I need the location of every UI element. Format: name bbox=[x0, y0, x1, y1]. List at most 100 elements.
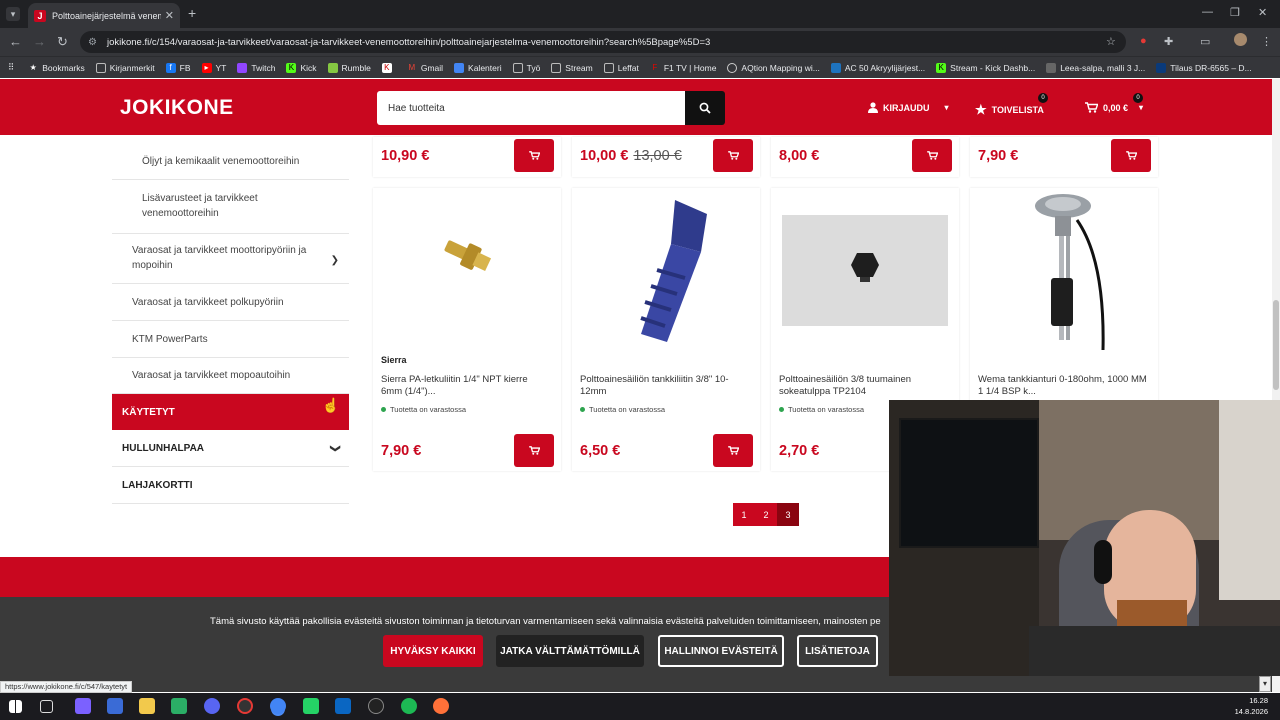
browser-tab[interactable]: J Polttoainejärjestelmä venemoottoreihin… bbox=[28, 3, 180, 28]
bookmark-item[interactable]: ★ Bookmarks bbox=[28, 63, 85, 73]
product-name[interactable]: Polttoainesäiliön 3/8 tuumainen sokeatul… bbox=[779, 374, 949, 398]
discord-icon[interactable] bbox=[204, 698, 220, 714]
extensions-puzzle-icon[interactable]: ✚ bbox=[1164, 35, 1173, 48]
add-to-cart-button[interactable] bbox=[912, 139, 952, 172]
stock-status: Tuotetta on varastossa bbox=[381, 405, 466, 414]
bookmark-item[interactable]: Kalenteri bbox=[454, 62, 502, 73]
sidebar-subitem-accessories[interactable]: Lisävarusteet ja tarvikkeet venemoottore… bbox=[112, 180, 349, 234]
product-name[interactable]: Wema tankkianturi 0-180ohm, 1000 MM 1 1/… bbox=[978, 374, 1148, 398]
taskbar-app-icon[interactable] bbox=[237, 698, 253, 714]
sidebar-item-ktm[interactable]: KTM PowerParts bbox=[112, 321, 349, 358]
cart-link[interactable]: 0,00 € ▾ bbox=[1085, 102, 1143, 113]
extension-icon[interactable]: ● bbox=[1140, 35, 1147, 47]
bookmark-item[interactable]: K bbox=[381, 62, 396, 73]
manage-cookies-button[interactable]: HALLINNOI EVÄSTEITÄ bbox=[658, 635, 784, 667]
taskbar-clock[interactable]: 16.28 14.8.2026 bbox=[1235, 695, 1268, 717]
taskbar-app-icon[interactable] bbox=[335, 698, 351, 714]
bookmark-item[interactable]: AC 50 Akryylijärjest... bbox=[830, 62, 925, 73]
cast-icon[interactable]: ▭ bbox=[1200, 35, 1210, 48]
page-3-link[interactable]: 3 bbox=[777, 503, 799, 526]
new-tab-icon[interactable]: + bbox=[188, 5, 196, 21]
scrollbar-thumb[interactable] bbox=[1273, 300, 1279, 390]
forward-icon[interactable]: → bbox=[33, 34, 46, 49]
webcam-headphone-icon bbox=[1094, 540, 1112, 584]
bookmark-item[interactable]: Tilaus DR-6565 – D... bbox=[1156, 62, 1252, 73]
folder-icon bbox=[603, 62, 614, 73]
bookmark-star-icon[interactable]: ☆ bbox=[1106, 35, 1116, 48]
add-to-cart-button[interactable] bbox=[514, 434, 554, 467]
wishlist-link[interactable]: ★ TOIVELISTA bbox=[975, 102, 1044, 118]
search-input[interactable]: Hae tuotteita bbox=[377, 91, 685, 125]
page-1-link[interactable]: 1 bbox=[733, 503, 755, 526]
back-icon[interactable]: ← bbox=[9, 34, 22, 49]
taskbar-app-icon[interactable] bbox=[75, 698, 91, 714]
product-name[interactable]: Polttoainesäiliön tankkiliitin 3/8" 10-1… bbox=[580, 374, 750, 398]
chevron-down-icon[interactable]: ❯ bbox=[331, 253, 339, 268]
mouse-cursor-icon: ☝ bbox=[322, 397, 340, 413]
spotify-icon[interactable] bbox=[401, 698, 417, 714]
sidebar-item-kaytetyt[interactable]: KÄYTETYT bbox=[112, 394, 349, 430]
taskbar-app-icon[interactable] bbox=[368, 698, 384, 714]
page-2-link[interactable]: 2 bbox=[755, 503, 777, 526]
sidebar-item-bicycles[interactable]: Varaosat ja tarvikkeet polkupyöriin bbox=[112, 284, 349, 321]
whatsapp-icon[interactable] bbox=[303, 698, 319, 714]
minimize-icon[interactable]: — bbox=[1202, 6, 1213, 18]
bookmark-item[interactable]: K Kick bbox=[286, 62, 317, 73]
sidebar-item-hullunhalpaa[interactable]: HULLUNHALPAA ❯ bbox=[112, 431, 349, 467]
bookmark-item[interactable]: Stream bbox=[551, 62, 593, 73]
product-brand: Sierra bbox=[381, 355, 407, 365]
site-info-icon[interactable]: ⚙ bbox=[88, 37, 97, 48]
browser-menu-icon[interactable]: ⋮ bbox=[1261, 35, 1272, 48]
bookmark-item[interactable]: Työ bbox=[512, 62, 540, 73]
site-icon bbox=[1156, 62, 1167, 73]
close-tab-icon[interactable]: ✕ bbox=[165, 9, 174, 22]
profile-avatar[interactable] bbox=[1234, 33, 1247, 46]
bookmark-item[interactable]: M Gmail bbox=[407, 63, 443, 73]
necessary-cookies-button[interactable]: JATKA VÄLTTÄMÄTTÖMILLÄ bbox=[496, 635, 644, 667]
product-price: 7,90 € bbox=[978, 148, 1019, 164]
sidebar-item-mopedcars[interactable]: Varaosat ja tarvikkeet mopoautoihin bbox=[112, 358, 349, 394]
add-to-cart-button[interactable] bbox=[514, 139, 554, 172]
bookmark-item[interactable]: Leea-salpa, malli 3 J... bbox=[1046, 62, 1145, 73]
restore-icon[interactable]: ❐ bbox=[1230, 6, 1240, 19]
reload-icon[interactable]: ↻ bbox=[57, 34, 68, 50]
login-link[interactable]: KIRJAUDU ▾ bbox=[868, 102, 949, 113]
sidebar-item-lahjakortti[interactable]: LAHJAKORTTI bbox=[112, 468, 349, 504]
search-button[interactable] bbox=[685, 91, 725, 125]
add-to-cart-button[interactable] bbox=[713, 434, 753, 467]
add-to-cart-button[interactable] bbox=[713, 139, 753, 172]
accept-all-cookies-button[interactable]: HYVÄKSY KAIKKI bbox=[383, 635, 483, 667]
twitch-icon bbox=[237, 62, 248, 73]
bookmark-item[interactable]: f FB bbox=[165, 62, 191, 73]
bookmark-item[interactable]: Kirjanmerkit bbox=[95, 62, 155, 73]
windows-start-icon[interactable] bbox=[9, 700, 22, 713]
bookmark-item[interactable]: Leffat bbox=[603, 62, 639, 73]
taskbar-app-icon[interactable] bbox=[107, 698, 123, 714]
product-name[interactable]: Sierra PA-letkuliitin 1/4" NPT kierre 6m… bbox=[381, 374, 551, 398]
firefox-icon[interactable] bbox=[433, 698, 449, 714]
file-explorer-icon[interactable] bbox=[139, 698, 155, 714]
bookmark-item[interactable]: Twitch bbox=[237, 62, 275, 73]
taskbar-app-icon[interactable] bbox=[171, 698, 187, 714]
tab-search-icon[interactable]: ▾ bbox=[6, 7, 20, 21]
scroll-down-icon[interactable]: ▾ bbox=[1259, 676, 1271, 692]
sidebar-subitem-oils[interactable]: Öljyt ja kemikaalit venemoottoreihin bbox=[112, 144, 349, 180]
bookmark-item[interactable]: Rumble bbox=[327, 62, 371, 73]
cookie-info-button[interactable]: LISÄTIETOJA bbox=[797, 635, 878, 667]
chrome-icon[interactable] bbox=[270, 698, 286, 714]
site-logo[interactable]: JOKIKONE bbox=[120, 96, 234, 120]
plug-image bbox=[782, 215, 948, 326]
address-bar[interactable]: ⚙ jokikone.fi/c/154/varaosat-ja-tarvikke… bbox=[80, 31, 1126, 53]
sidebar-item-motorcycles[interactable]: Varaosat ja tarvikkeet moottoripyöriin j… bbox=[112, 234, 349, 284]
bookmark-item[interactable]: AQtion Mapping wi... bbox=[727, 62, 820, 73]
cart-dropdown-icon[interactable]: ▾ bbox=[1139, 103, 1143, 112]
add-to-cart-button[interactable] bbox=[1111, 139, 1151, 172]
bookmark-item[interactable]: K Stream - Kick Dashb... bbox=[936, 62, 1035, 73]
login-dropdown-icon[interactable]: ▾ bbox=[945, 103, 949, 112]
task-view-icon[interactable] bbox=[40, 700, 53, 713]
window-close-icon[interactable]: ✕ bbox=[1258, 6, 1267, 19]
chevron-down-icon[interactable]: ❯ bbox=[329, 444, 340, 452]
bookmark-item[interactable]: F F1 TV | Home bbox=[650, 63, 716, 73]
apps-icon[interactable]: ⠿ bbox=[8, 62, 14, 73]
bookmark-item[interactable]: ▸ YT bbox=[201, 62, 226, 73]
